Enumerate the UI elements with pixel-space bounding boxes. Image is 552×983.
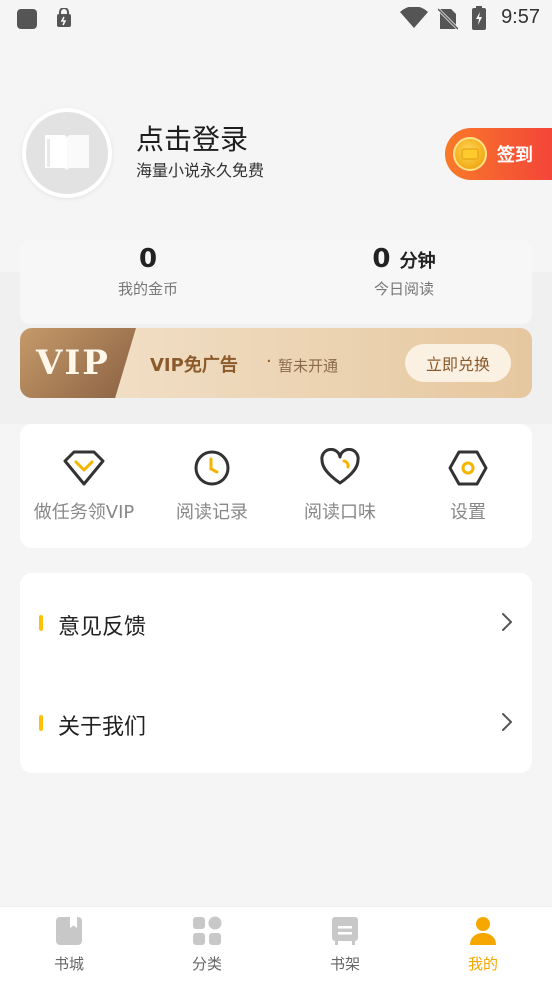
reading-value-row: 0 分钟 (276, 244, 532, 274)
settings-action[interactable]: 设置 (404, 448, 532, 524)
bottom-nav: 书城 分类 书架 我的 (0, 906, 552, 983)
reading-history-action[interactable]: 阅读记录 (148, 448, 276, 524)
reading-unit: 分钟 (399, 251, 436, 272)
login-title[interactable]: 点击登录 (136, 118, 248, 158)
signin-label: 签到 (497, 145, 533, 166)
chevron-right-icon (500, 611, 514, 637)
coin-icon (453, 137, 487, 171)
coins-stat[interactable]: 0 我的金币 (20, 244, 276, 299)
settings-label: 设置 (450, 502, 486, 523)
app-notification-icon (16, 8, 38, 34)
list-marker (39, 715, 43, 731)
nav-category[interactable]: 分类 (138, 915, 276, 974)
nav-category-label: 分类 (191, 955, 222, 973)
reading-value: 0 (372, 244, 391, 274)
bookstore-icon (56, 917, 82, 945)
status-bar: 9:57 (0, 0, 552, 38)
settings-hex-icon (448, 450, 488, 486)
nav-bookstore[interactable]: 书城 (0, 915, 138, 974)
menu-list-card: 意见反馈 关于我们 (20, 573, 532, 773)
category-icon (193, 916, 222, 945)
reading-stat[interactable]: 0 分钟 今日阅读 (276, 244, 532, 299)
nav-bookshelf[interactable]: 书架 (276, 915, 414, 974)
login-subtitle: 海量小说永久免费 (136, 161, 265, 180)
reading-taste-action[interactable]: 阅读口味 (276, 448, 404, 524)
vip-badge: VIP (20, 328, 136, 398)
book-icon (26, 112, 108, 194)
wifi-icon (400, 6, 428, 33)
nav-bookstore-label: 书城 (53, 955, 84, 973)
vip-task-label: 做任务领VIP (33, 502, 135, 523)
lock-notification-icon (56, 7, 72, 32)
feedback-item[interactable]: 意见反馈 (20, 573, 532, 673)
about-us-label: 关于我们 (58, 715, 147, 740)
quick-actions-card: 做任务领VIP 阅读记录 阅读口味 设置 (20, 424, 532, 548)
vip-separator: · (266, 351, 272, 372)
profile-icon (470, 917, 496, 945)
clock-time: 9:57 (501, 6, 540, 28)
vip-banner[interactable]: VIP VIP免广告 · 暂未开通 立即兑换 (20, 328, 532, 398)
clock-icon (194, 450, 230, 486)
nav-profile[interactable]: 我的 (414, 915, 552, 974)
redeem-button[interactable]: 立即兑换 (405, 344, 511, 382)
list-marker (39, 615, 43, 631)
reading-label: 今日阅读 (373, 280, 434, 298)
vip-title: VIP免广告 (150, 355, 238, 376)
chevron-right-icon (500, 711, 514, 737)
vip-status: 暂未开通 (278, 357, 339, 375)
heart-icon (320, 448, 360, 485)
bookshelf-icon (332, 917, 358, 945)
reading-taste-label: 阅读口味 (304, 502, 376, 523)
coins-label: 我的金币 (117, 280, 178, 298)
battery-charging-icon (472, 6, 486, 34)
vip-task-action[interactable]: 做任务领VIP (20, 448, 148, 524)
about-us-item[interactable]: 关于我们 (20, 673, 532, 773)
nav-bookshelf-label: 书架 (329, 955, 360, 973)
avatar[interactable] (22, 108, 112, 198)
coins-value: 0 (138, 244, 158, 274)
nav-profile-label: 我的 (467, 955, 498, 973)
vip-badge-text: VIP (36, 343, 110, 383)
diamond-icon (63, 450, 105, 486)
signin-button[interactable]: 签到 (445, 128, 552, 180)
reading-history-label: 阅读记录 (176, 502, 248, 523)
no-sim-icon (436, 7, 460, 35)
feedback-label: 意见反馈 (58, 615, 147, 640)
